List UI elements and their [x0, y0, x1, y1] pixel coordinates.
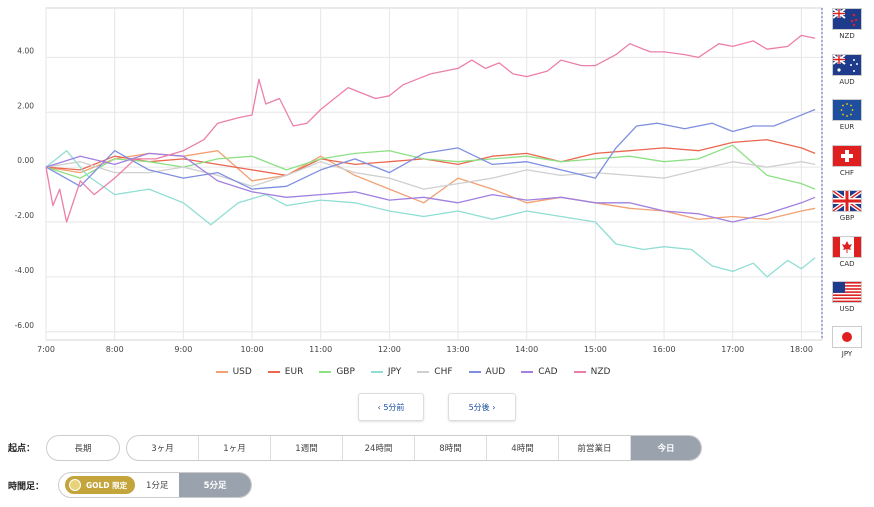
flag-code: NZD [839, 32, 855, 40]
chart-legend: USD EUR GBP JPY CHF AUD CAD NZD [0, 366, 826, 377]
flag-code: GBP [839, 214, 855, 222]
legend-label: GBP [336, 367, 355, 377]
seg-long-term[interactable]: 長期 [47, 436, 119, 460]
x-tick-label: 12:00 [378, 345, 401, 354]
nz-flag-icon [832, 8, 862, 30]
legend-item-aud[interactable]: AUD [468, 367, 506, 377]
legend-swatch [468, 371, 481, 373]
x-tick-label: 13:00 [447, 345, 470, 354]
seg-24-hours[interactable]: 24時間 [343, 436, 415, 460]
timeframe-selector[interactable]: GOLD 限定 1分足 5分足 [58, 472, 252, 498]
legend-item-jpy[interactable]: JPY [370, 367, 402, 377]
flag-code: USD [839, 305, 855, 313]
au-flag-icon [832, 54, 862, 76]
timeframe-label: 時間足： [8, 482, 45, 492]
legend-label: AUD [485, 367, 506, 377]
legend-item-cad[interactable]: CAD [521, 367, 558, 377]
legend-swatch [215, 371, 228, 373]
legend-label: CHF [434, 367, 453, 377]
flag-item-jpy[interactable]: JPY [832, 324, 862, 364]
legend-swatch [267, 371, 280, 373]
x-tick-label: 8:00 [106, 345, 124, 354]
legend-swatch [417, 371, 430, 373]
legend-swatch [573, 371, 586, 373]
y-tick-label: -2.00 [15, 211, 35, 220]
seg-prev-business-day[interactable]: 前営業日 [559, 436, 631, 460]
x-tick-label: 10:00 [240, 345, 263, 354]
legend-item-usd[interactable]: USD [215, 367, 252, 377]
us-flag-icon [832, 281, 862, 303]
x-tick-label: 14:00 [515, 345, 538, 354]
flag-item-cad[interactable]: CAD [832, 234, 862, 274]
legend-label: JPY [387, 367, 402, 377]
ch-flag-icon [832, 145, 862, 167]
flag-code: CHF [839, 169, 855, 177]
legend-label: NZD [590, 367, 611, 377]
x-tick-label: 7:00 [37, 345, 55, 354]
seg-1-minute[interactable]: 1分足 [135, 473, 179, 497]
currency-strength-chart: 7:00 8:00 9:00 10:00 11:00 12:00 13:00 14:00 15:… [15, 7, 823, 354]
legend-item-nzd[interactable]: NZD [573, 367, 611, 377]
x-tick-label: 17:00 [721, 345, 744, 354]
legend-item-gbp[interactable]: GBP [319, 367, 355, 377]
flag-code: AUD [839, 78, 855, 86]
legend-swatch [370, 371, 383, 373]
seg-1-week[interactable]: 1週間 [271, 436, 343, 460]
seg-today[interactable]: 今日 [631, 436, 701, 460]
eu-flag-icon [832, 99, 862, 121]
y-tick-label: 0.00 [17, 156, 34, 165]
seg-4-hours[interactable]: 4時間 [487, 436, 559, 460]
ca-flag-icon [832, 236, 862, 258]
seg-1-month[interactable]: 1ヶ月 [199, 436, 271, 460]
jp-flag-icon [832, 326, 862, 348]
flag-item-aud[interactable]: AUD [832, 52, 862, 92]
flag-code: CAD [839, 260, 855, 268]
legend-item-chf[interactable]: CHF [417, 367, 453, 377]
gold-only-label: GOLD 限定 [86, 480, 128, 490]
legend-item-eur[interactable]: EUR [267, 367, 304, 377]
start-point-label: 起点： [8, 444, 36, 454]
gb-flag-icon [832, 190, 862, 212]
flag-item-usd[interactable]: USD [832, 279, 862, 319]
flag-item-chf[interactable]: CHF [832, 143, 862, 183]
seg-3-months[interactable]: 3ヶ月 [127, 436, 199, 460]
legend-swatch [521, 371, 534, 373]
y-tick-label: -6.00 [15, 321, 35, 330]
start-point-selector[interactable]: 3ヶ月 1ヶ月 1週間 24時間 8時間 4時間 前営業日 今日 [126, 435, 702, 461]
x-tick-label: 9:00 [174, 345, 192, 354]
x-tick-label: 16:00 [653, 345, 676, 354]
legend-swatch [319, 371, 332, 373]
seg-5-minute[interactable]: 5分足 [179, 473, 251, 497]
gold-coin-icon [69, 479, 81, 491]
flag-code: JPY [841, 350, 853, 358]
legend-label: CAD [538, 367, 558, 377]
flag-item-eur[interactable]: EUR [832, 97, 862, 137]
long-term-toggle[interactable]: 長期 [46, 435, 120, 461]
legend-label: EUR [284, 367, 304, 377]
y-tick-label: -4.00 [15, 266, 35, 275]
flag-item-gbp[interactable]: GBP [832, 188, 862, 228]
legend-label: USD [232, 367, 252, 377]
y-tick-label: 4.00 [17, 46, 34, 55]
y-tick-label: 2.00 [17, 101, 34, 110]
x-tick-label: 18:00 [790, 345, 813, 354]
x-tick-label: 11:00 [309, 345, 332, 354]
flag-item-nzd[interactable]: NZD [832, 6, 862, 46]
flag-code: EUR [839, 123, 855, 131]
prev-5min-button[interactable]: ‹ 5分前 [358, 393, 424, 421]
seg-8-hours[interactable]: 8時間 [415, 436, 487, 460]
gold-only-badge: GOLD 限定 [65, 476, 136, 494]
x-tick-label: 15:00 [584, 345, 607, 354]
next-5min-button[interactable]: 5分後 › [448, 393, 516, 421]
